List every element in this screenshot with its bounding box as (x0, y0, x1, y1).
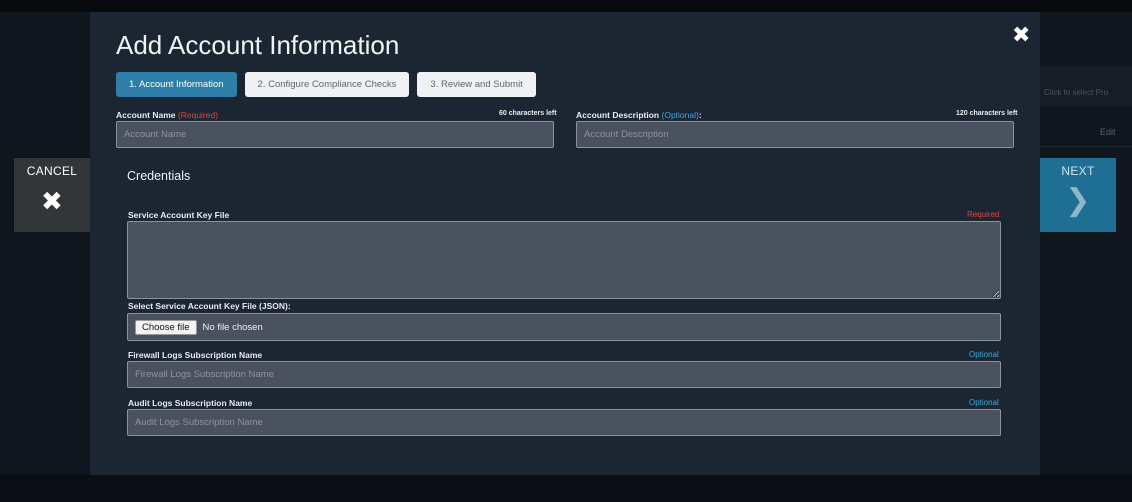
account-name-label: Account Name (Required) (116, 110, 218, 120)
account-description-label-text: Account Description (576, 110, 660, 120)
choose-file-button[interactable]: Choose file (135, 319, 197, 335)
background-strip (1040, 66, 1132, 106)
required-tag: (Required) (177, 110, 219, 120)
account-description-label: Account Description (Optional): (576, 110, 702, 120)
account-description-colon: : (698, 110, 702, 120)
optional-tag: Optional (969, 398, 999, 407)
file-status-text: No file chosen (202, 321, 263, 333)
firewall-logs-input[interactable] (127, 361, 1001, 388)
wizard-steps: 1. Account Information 2. Configure Comp… (116, 72, 536, 97)
close-icon: ✖ (40, 186, 64, 216)
audit-logs-input[interactable] (127, 409, 1001, 436)
background-divider (1040, 146, 1132, 147)
required-tag: Required (967, 210, 1000, 219)
account-description-counter: 120 characters left (956, 110, 1018, 117)
account-name-input[interactable] (116, 121, 554, 148)
account-name-counter: 60 characters left (499, 110, 557, 117)
optional-tag: Optional (969, 350, 999, 359)
background-footer (0, 474, 1132, 502)
cancel-button[interactable]: CANCEL ✖ (14, 158, 90, 232)
step-configure-compliance-checks[interactable]: 2. Configure Compliance Checks (244, 72, 410, 97)
service-account-key-textarea[interactable] (127, 221, 1001, 299)
firewall-logs-label: Firewall Logs Subscription Name (128, 350, 263, 360)
audit-logs-label: Audit Logs Subscription Name (128, 398, 253, 408)
next-button[interactable]: NEXT ❯ (1040, 158, 1116, 232)
key-file-picker: Choose file No file chosen (127, 313, 1001, 341)
background-topbar (0, 0, 1132, 12)
select-key-file-label: Select Service Account Key File (JSON): (128, 301, 291, 311)
account-name-label-text: Account Name (116, 110, 176, 120)
close-icon[interactable]: ✖ (1012, 22, 1030, 48)
modal-title: Add Account Information (116, 30, 400, 60)
service-account-key-label: Service Account Key File (128, 210, 230, 220)
add-account-modal: Add Account Information ✖ 1. Account Inf… (90, 12, 1040, 475)
background-edit-link: Edit (1100, 127, 1116, 137)
account-description-input[interactable] (576, 121, 1014, 148)
optional-tag: (Optional) (661, 110, 699, 120)
chevron-right-icon: ❯ (1065, 184, 1091, 217)
step-account-information[interactable]: 1. Account Information (116, 72, 237, 97)
cancel-label: CANCEL (26, 164, 78, 178)
next-label: NEXT (1061, 164, 1095, 178)
background-strip-text: Click to select Pro (1044, 88, 1109, 97)
credentials-heading: Credentials (127, 169, 191, 183)
step-review-and-submit[interactable]: 3. Review and Submit (417, 72, 536, 97)
